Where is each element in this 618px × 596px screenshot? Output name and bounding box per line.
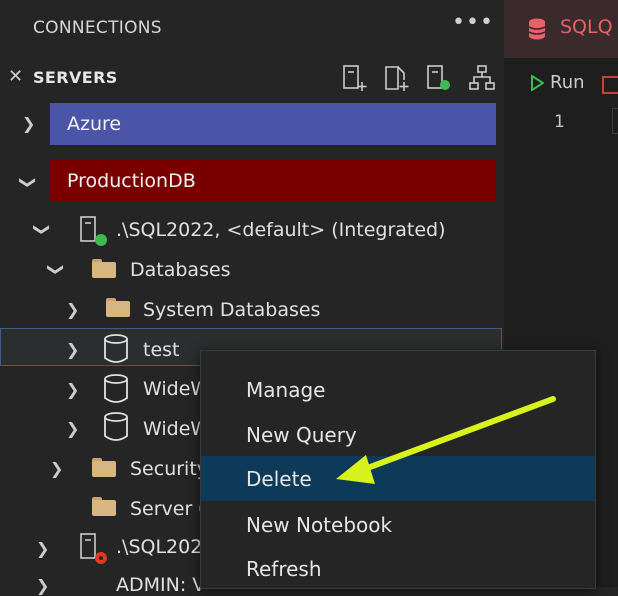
server-connected-icon [80,216,107,246]
chevron-down-icon[interactable]: ❯ [33,223,52,236]
editor-tab-label: SQLQ [560,16,613,38]
chevron-right-icon[interactable]: ❯ [50,459,63,478]
chevron-right-icon[interactable]: ❯ [66,300,79,319]
line-number: 1 [554,112,565,132]
tree-view-icon[interactable] [468,64,496,92]
folder-icon [106,298,130,317]
server-label[interactable]: ADMIN: V [116,574,205,596]
context-menu: Manage New Query Delete New Notebook Ref… [200,350,596,589]
database-icon [104,334,128,363]
database-icon [528,18,546,40]
server-group-label: ProductionDB [67,170,196,192]
chevron-down-icon[interactable]: ❯ [47,263,66,276]
editor-tab[interactable]: SQLQ [504,0,618,58]
play-icon [531,74,544,91]
chevron-down-icon: ✕ [8,66,24,87]
databases-label[interactable]: Databases [130,259,231,281]
security-label[interactable]: Security [130,458,208,480]
database-icon [104,412,128,441]
panel-title: CONNECTIONS [33,18,162,38]
chevron-right-icon[interactable]: ❯ [36,539,49,558]
menu-item-refresh[interactable]: Refresh [201,546,595,591]
more-actions-button[interactable]: ••• [452,10,494,35]
folder-icon [92,497,116,516]
chevron-right-icon[interactable]: ❯ [22,114,35,133]
active-connections-icon[interactable] [424,64,452,92]
menu-item-new-query[interactable]: New Query [201,412,595,457]
database-label-test[interactable]: test [143,339,180,361]
run-button[interactable]: Run [530,72,585,93]
menu-item-delete[interactable]: Delete [201,456,595,501]
server-label[interactable]: .\SQL2022, <default> (Integrated) [116,219,446,241]
server-group-azure[interactable]: Azure [50,103,496,145]
server-group-label: Azure [67,113,122,135]
chevron-right-icon[interactable]: ❯ [66,380,79,399]
menu-item-new-notebook[interactable]: New Notebook [201,502,595,547]
database-icon [104,374,128,403]
editor-text-area[interactable] [612,108,618,134]
system-databases-label[interactable]: System Databases [143,299,320,321]
run-label: Run [550,72,585,93]
menu-item-manage[interactable]: Manage [201,367,595,412]
chevron-down-icon[interactable]: ❯ [19,176,38,189]
chevron-right-icon[interactable]: ❯ [66,340,79,359]
servers-label: SERVERS [33,68,118,87]
new-connection-icon[interactable] [340,64,368,92]
add-server-group-icon[interactable] [382,64,410,92]
chevron-right-icon[interactable]: ❯ [36,576,49,595]
server-disconnected-icon [80,533,107,564]
server-group-productiondb[interactable]: ProductionDB [50,160,496,202]
folder-icon [92,259,116,278]
chevron-right-icon[interactable]: ❯ [66,419,79,438]
stop-icon[interactable] [602,76,618,94]
folder-icon [92,458,116,477]
